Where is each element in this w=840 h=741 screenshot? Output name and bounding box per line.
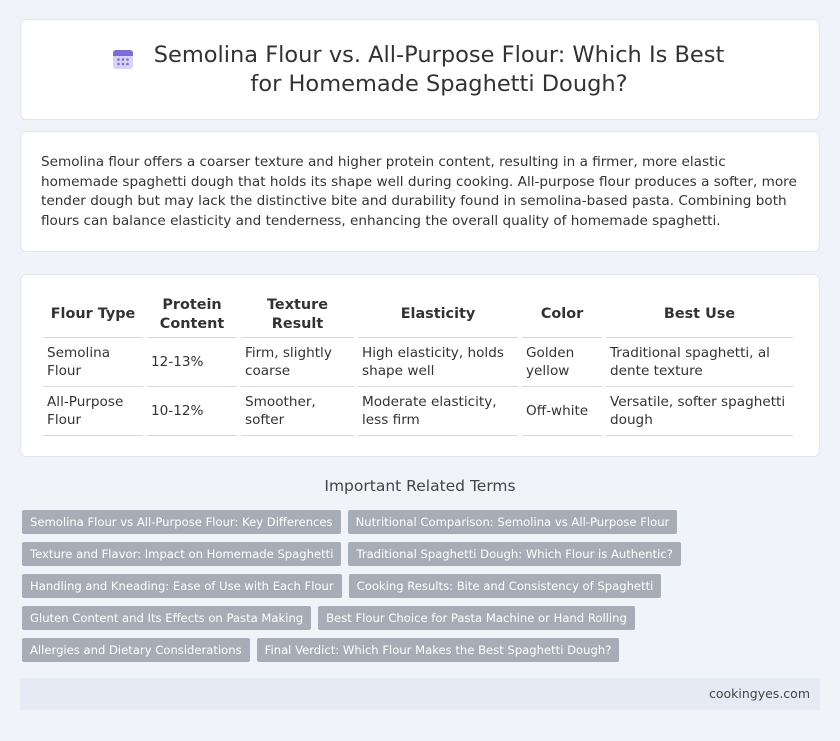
related-term-tag[interactable]: Cooking Results: Bite and Consistency of…: [348, 574, 662, 598]
header-elasticity: Elasticity: [358, 292, 518, 338]
table-cell: Smoother, softer: [241, 387, 354, 436]
table-cell: Versatile, softer spaghetti dough: [606, 387, 793, 436]
related-term-tag[interactable]: Texture and Flavor: Impact on Homemade S…: [22, 542, 342, 566]
table-cell: Golden yellow: [522, 338, 602, 387]
related-term-tag[interactable]: Traditional Spaghetti Dough: Which Flour…: [348, 542, 681, 566]
table-cell: Moderate elasticity, less firm: [358, 387, 518, 436]
related-term-tag[interactable]: Gluten Content and Its Effects on Pasta …: [22, 606, 312, 630]
footer-site-name[interactable]: cookingyes.com: [709, 686, 810, 701]
page-title: Semolina Flour vs. All-Purpose Flour: Wh…: [153, 41, 725, 97]
intro-card: Semolina flour offers a coarser texture …: [20, 131, 820, 252]
table-cell: 10-12%: [147, 387, 237, 436]
footer: cookingyes.com: [20, 678, 820, 710]
table-header-row: Flour Type Protein Content Texture Resul…: [43, 292, 793, 338]
related-term-tag[interactable]: Nutritional Comparison: Semolina vs All-…: [347, 510, 678, 534]
related-terms-list: Semolina Flour vs All-Purpose Flour: Key…: [22, 510, 818, 670]
header-color: Color: [522, 292, 602, 338]
table-cell: 12-13%: [147, 338, 237, 387]
related-term-tag[interactable]: Final Verdict: Which Flour Makes the Bes…: [256, 638, 620, 662]
table-cell: Traditional spaghetti, al dente texture: [606, 338, 793, 387]
table-cell: High elasticity, holds shape well: [358, 338, 518, 387]
header-flour-type: Flour Type: [43, 292, 143, 338]
comparison-table-card: Flour Type Protein Content Texture Resul…: [20, 274, 820, 457]
intro-paragraph: Semolina flour offers a coarser texture …: [41, 154, 797, 229]
related-term-tag[interactable]: Semolina Flour vs All-Purpose Flour: Key…: [22, 510, 341, 534]
related-term-tag[interactable]: Handling and Kneading: Ease of Use with …: [22, 574, 342, 598]
table-cell: Firm, slightly coarse: [241, 338, 354, 387]
related-term-tag[interactable]: Best Flour Choice for Pasta Machine or H…: [318, 606, 635, 630]
table-row: Semolina Flour 12-13% Firm, slightly coa…: [43, 338, 793, 387]
comparison-table: Flour Type Protein Content Texture Resul…: [39, 292, 797, 436]
table-cell: Off-white: [522, 387, 602, 436]
title-card: Semolina Flour vs. All-Purpose Flour: Wh…: [20, 19, 820, 120]
table-cell: All-Purpose Flour: [43, 387, 143, 436]
related-term-tag[interactable]: Allergies and Dietary Considerations: [22, 638, 250, 662]
related-terms-heading: Important Related Terms: [324, 477, 516, 495]
header-best-use: Best Use: [606, 292, 793, 338]
table-cell: Semolina Flour: [43, 338, 143, 387]
header-protein-content: Protein Content: [147, 292, 237, 338]
table-row: All-Purpose Flour 10-12% Smoother, softe…: [43, 387, 793, 436]
header-texture-result: Texture Result: [241, 292, 354, 338]
